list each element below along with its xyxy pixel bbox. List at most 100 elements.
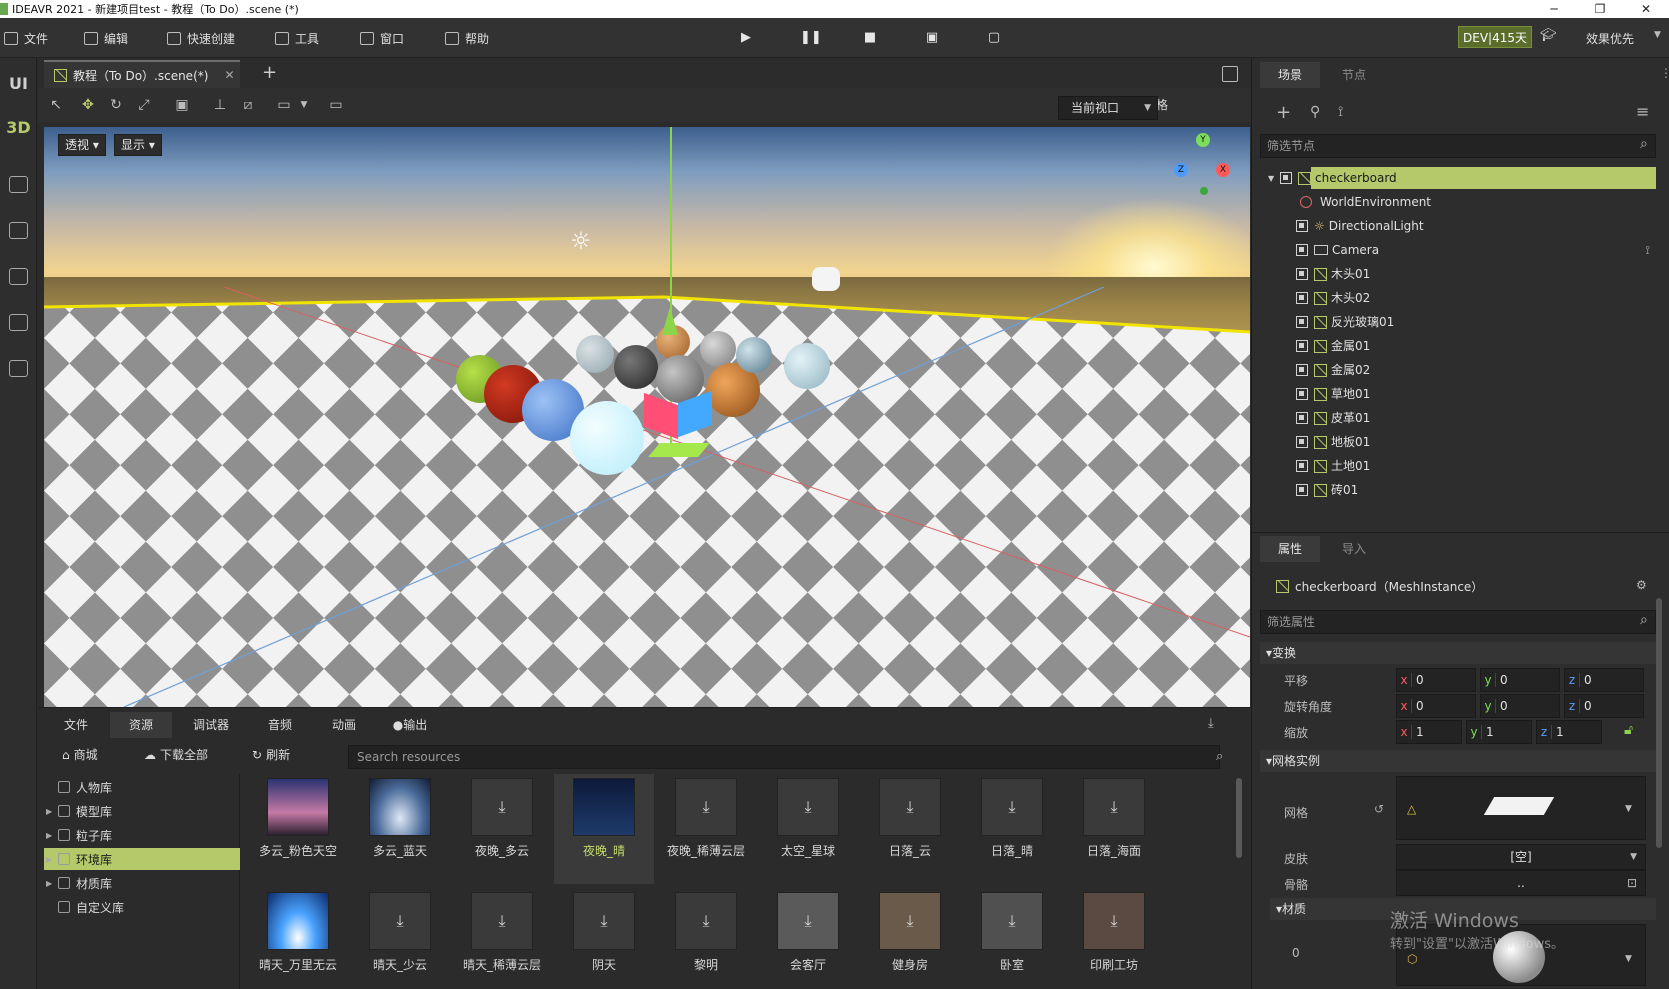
node-directional-light[interactable]: ☼ DirectionalLight	[1260, 214, 1656, 238]
gizmo-y-arrow[interactable]	[662, 307, 678, 335]
scale-x-field[interactable]: x1	[1396, 720, 1462, 744]
node-item[interactable]: 草地01	[1260, 382, 1656, 406]
skeleton-field[interactable]: .. ⊡	[1396, 870, 1646, 896]
resource-card[interactable]: ⤓ 阴天	[554, 888, 654, 989]
display-button[interactable]: 显示 ▾	[114, 134, 162, 156]
directional-light-icon[interactable]: ☼	[570, 227, 592, 255]
expand-arrow-icon[interactable]: ▶	[46, 855, 52, 864]
visibility-icon[interactable]	[1296, 244, 1308, 256]
tree-item-custom[interactable]: 自定义库	[44, 896, 240, 918]
floor-sphere[interactable]	[700, 331, 736, 367]
add-node-icon[interactable]: +	[1276, 102, 1291, 123]
refresh-button[interactable]: ↻ 刷新	[252, 746, 290, 763]
visibility-icon[interactable]	[1296, 436, 1308, 448]
rotate-y-field[interactable]: y0	[1480, 694, 1560, 718]
stop-icon[interactable]: ■	[862, 30, 878, 46]
tab-file[interactable]: 文件	[46, 712, 106, 738]
property-options-icon[interactable]: ⚙	[1636, 578, 1647, 592]
menu-window[interactable]: 窗口	[360, 28, 404, 48]
camera-preview-icon[interactable]: ▭	[328, 97, 344, 113]
filter-nodes-input[interactable]: 筛选节点	[1260, 134, 1656, 158]
menu-quick-create[interactable]: 快速创建	[167, 28, 235, 48]
close-tab-icon[interactable]: ✕	[224, 68, 234, 82]
pause-icon[interactable]: ❚❚	[800, 30, 822, 46]
camera-gizmo-icon[interactable]	[812, 267, 840, 291]
section-transform[interactable]: ▾变换	[1260, 642, 1656, 664]
gizmo-neg-y-dot[interactable]	[1200, 187, 1208, 195]
translate-y-field[interactable]: y0	[1480, 668, 1560, 692]
tab-output[interactable]: ●输出	[378, 712, 442, 738]
collapse-panel-icon[interactable]: ⤓	[1208, 716, 1214, 731]
tree-item-particles[interactable]: ▶ 粒子库	[44, 824, 240, 846]
collapse-arrow-icon[interactable]: ▼	[1268, 174, 1274, 183]
resource-scrollbar[interactable]	[1236, 778, 1242, 858]
export-icon[interactable]	[9, 314, 28, 331]
focus-icon[interactable]: ▣	[174, 97, 190, 113]
menu-tools[interactable]: 工具	[275, 28, 319, 48]
search-nodes-icon[interactable]: ⌕	[1640, 136, 1648, 152]
translate-z-field[interactable]: z0	[1564, 668, 1644, 692]
resource-card[interactable]: ⤓ 黎明	[656, 888, 756, 989]
node-item[interactable]: 木头01	[1260, 262, 1656, 286]
node-item[interactable]: 金属02	[1260, 358, 1656, 382]
tab-import[interactable]: 导入	[1324, 536, 1384, 562]
resource-card[interactable]: 多云_蓝天	[350, 774, 450, 884]
resource-card[interactable]: ⤓ 晴天_少云	[350, 888, 450, 989]
soil-sphere[interactable]	[784, 343, 830, 389]
select-tool-icon[interactable]: ↖	[48, 97, 64, 113]
snap-icon[interactable]: ⧄	[240, 97, 256, 113]
visibility-icon[interactable]	[1296, 340, 1308, 352]
restore-button[interactable]: ❐	[1577, 2, 1623, 16]
move-tool-icon[interactable]: ✥	[80, 97, 96, 113]
visibility-icon[interactable]	[1296, 220, 1308, 232]
close-window-button[interactable]: ✕	[1623, 2, 1669, 16]
minimize-button[interactable]: ─	[1531, 2, 1577, 16]
tab-resources[interactable]: 资源	[110, 712, 172, 738]
download-all-button[interactable]: ☁ 下载全部	[144, 746, 208, 763]
scale-y-field[interactable]: y1	[1466, 720, 1532, 744]
node-world-environment[interactable]: WorldEnvironment	[1260, 190, 1656, 214]
tab-debugger[interactable]: 调试器	[176, 712, 246, 738]
resource-card[interactable]: ⤓ 卧室	[962, 888, 1062, 989]
visibility-icon[interactable]	[1296, 316, 1308, 328]
search-icon[interactable]: ⌕	[1216, 749, 1223, 764]
resource-card[interactable]: 夜晚_晴	[554, 774, 654, 884]
node-item[interactable]: 金属01	[1260, 334, 1656, 358]
tree-item-environment[interactable]: ▶ 环境库	[44, 848, 240, 870]
tab-audio[interactable]: 音频	[250, 712, 310, 738]
rotate-x-field[interactable]: x0	[1396, 694, 1476, 718]
library-icon[interactable]	[9, 268, 28, 285]
local-space-icon[interactable]: ⊥	[212, 97, 228, 113]
menu-help[interactable]: 帮助	[445, 28, 489, 48]
resource-card[interactable]: ⤓ 日落_海面	[1064, 774, 1164, 884]
resource-card[interactable]: 晴天_万里无云	[248, 888, 348, 989]
light-sphere[interactable]	[570, 401, 644, 475]
tab-scene[interactable]: 场景	[1260, 62, 1320, 88]
store-icon[interactable]	[9, 222, 28, 239]
resource-card[interactable]: ⤓ 印刷工坊	[1064, 888, 1164, 989]
node-item[interactable]: 地板01	[1260, 430, 1656, 454]
node-item[interactable]: 皮革01	[1260, 406, 1656, 430]
mesh-dropdown[interactable]: △ ▼	[1396, 776, 1646, 840]
graduation-icon[interactable]: 🎓︎	[1540, 28, 1557, 44]
filter-properties-input[interactable]: 筛选属性	[1260, 610, 1656, 634]
tire-sphere[interactable]	[614, 345, 658, 389]
expand-arrow-icon[interactable]: ▶	[46, 831, 52, 840]
resource-card[interactable]: 多云_粉色天空	[248, 774, 348, 884]
visibility-icon[interactable]	[1296, 412, 1308, 424]
reset-icon[interactable]: ↺	[1374, 802, 1384, 816]
instance-icon[interactable]: ⟟	[1338, 104, 1343, 120]
menu-edit[interactable]: 编辑	[84, 28, 128, 48]
clear-icon[interactable]: ⊡	[1627, 871, 1637, 895]
play-custom-scene-icon[interactable]: ▢	[986, 30, 1002, 46]
resource-card[interactable]: ⤓ 夜晚_多云	[452, 774, 552, 884]
scale-tool-icon[interactable]: ⤢	[136, 97, 152, 113]
visibility-icon[interactable]	[1296, 484, 1308, 496]
visibility-icon[interactable]	[1280, 172, 1292, 184]
link-icon[interactable]: ⚲	[1310, 104, 1320, 120]
script-icon[interactable]: ⟟	[1646, 243, 1650, 258]
ui-mode-button[interactable]: UI	[0, 74, 37, 93]
resource-card[interactable]: ⤓ 会客厅	[758, 888, 858, 989]
search-resources-input[interactable]: Search resources	[348, 745, 1220, 769]
layout-chevron-down-icon[interactable]: ▼	[296, 97, 312, 113]
